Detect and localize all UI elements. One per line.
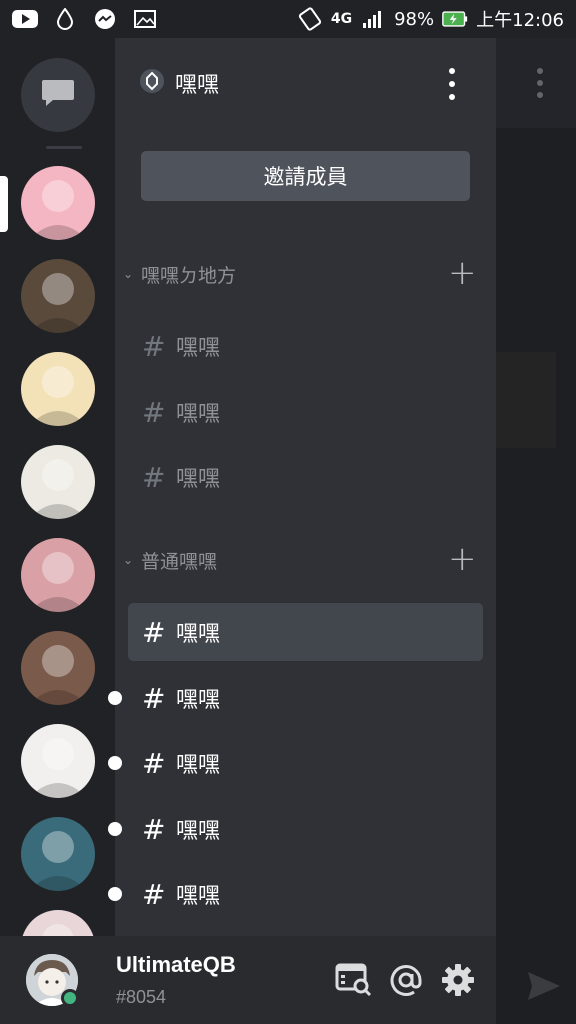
server-icon[interactable] <box>21 724 95 798</box>
username: UltimateQB <box>116 952 236 977</box>
channel-name: 嘿嘿 <box>176 467 221 492</box>
add-channel-icon[interactable]: + <box>448 256 477 292</box>
text-channel-icon: # <box>142 460 166 494</box>
channel-category[interactable]: ⌄ 嘿嘿ㄉ地方 + <box>115 254 496 294</box>
channel-item[interactable]: # 嘿嘿 <box>128 383 483 441</box>
droplet-icon <box>52 8 78 30</box>
server-icon[interactable] <box>21 352 95 426</box>
system-status: 4G 98% 上午12:06 <box>297 6 564 32</box>
text-channel-icon: # <box>142 615 166 649</box>
chat-embed-preview <box>496 352 556 448</box>
signal-icon <box>360 8 386 30</box>
channel-item[interactable]: # 嘿嘿 <box>128 603 483 661</box>
channel-item[interactable]: # 嘿嘿 <box>108 800 483 858</box>
text-channel-icon: # <box>142 681 166 715</box>
channel-name: 嘿嘿 <box>176 688 221 713</box>
unread-indicator <box>108 691 122 705</box>
guild-header[interactable]: 嘿嘿 <box>115 38 496 128</box>
channel-name: 嘿嘿 <box>176 819 221 844</box>
channel-category[interactable]: ⌄ 普通嘿嘿 + <box>115 540 496 580</box>
channel-name: 嘿嘿 <box>176 336 221 361</box>
server-icon[interactable] <box>21 259 95 333</box>
rail-separator <box>46 146 82 149</box>
unread-indicator <box>108 887 122 901</box>
online-status-indicator <box>61 989 79 1007</box>
user-discriminator: #8054 <box>116 987 167 1007</box>
text-channel-icon: # <box>142 395 166 429</box>
guild-boost-icon <box>139 68 165 98</box>
gallery-icon <box>132 8 158 30</box>
channel-item[interactable]: # 嘿嘿 <box>128 448 483 506</box>
chat-more-icon[interactable] <box>537 68 545 98</box>
selected-server-indicator <box>0 176 8 232</box>
add-channel-icon[interactable]: + <box>448 542 477 578</box>
chat-header-backdrop <box>496 38 576 128</box>
guild-menu-icon[interactable] <box>444 68 460 100</box>
notification-icons <box>12 8 158 30</box>
server-icon[interactable] <box>21 166 95 240</box>
chat-bubble-icon <box>41 78 75 112</box>
text-channel-icon: # <box>142 746 166 780</box>
invite-members-button[interactable]: 邀請成員 <box>141 151 470 201</box>
server-icon[interactable] <box>21 910 95 936</box>
battery-percent: 98% <box>394 8 435 30</box>
channel-name: 嘿嘿 <box>176 884 221 909</box>
unread-indicator <box>108 822 122 836</box>
settings-gear-icon[interactable] <box>438 960 478 1000</box>
channel-item[interactable]: # 嘿嘿 <box>108 734 483 792</box>
channel-name: 嘿嘿 <box>176 622 221 647</box>
text-channel-icon: # <box>142 877 166 911</box>
server-icon[interactable] <box>21 445 95 519</box>
channel-name: 嘿嘿 <box>176 402 221 427</box>
send-icon[interactable] <box>526 970 566 1006</box>
text-channel-icon: # <box>142 329 166 363</box>
unread-indicator <box>108 756 122 770</box>
channel-item[interactable]: # 嘿嘿 <box>108 865 483 923</box>
clock: 上午12:06 <box>476 10 564 31</box>
rotate-icon <box>297 7 323 31</box>
network-4g-icon: 4G <box>330 11 353 27</box>
server-icon[interactable] <box>21 817 95 891</box>
channel-item[interactable]: # 嘿嘿 <box>108 669 483 727</box>
channel-panel: 嘿嘿 邀請成員 ⌄ 嘿嘿ㄉ地方 + # 嘿嘿 # 嘿嘿 # 嘿嘿 ⌄ 普通嘿嘿 + # 嘿嘿 # 嘿嘿 # 嘿嘿 #… <box>108 38 496 936</box>
mentions-icon[interactable] <box>386 960 426 1000</box>
server-icon[interactable] <box>21 631 95 705</box>
server-icon[interactable] <box>21 538 95 612</box>
battery-icon <box>442 8 468 30</box>
search-messages-icon[interactable] <box>334 960 374 1000</box>
channel-item[interactable]: # 嘿嘿 <box>128 317 483 375</box>
chevron-down-icon: ⌄ <box>123 553 134 567</box>
messenger-icon <box>92 8 118 30</box>
user-panel: UltimateQB #8054 <box>0 936 496 1024</box>
server-rail <box>0 38 115 936</box>
category-name: 普通嘿嘿 <box>141 550 218 573</box>
youtube-icon <box>12 8 38 30</box>
direct-messages-button[interactable] <box>21 58 95 132</box>
chevron-down-icon: ⌄ <box>123 267 134 281</box>
guild-name: 嘿嘿 <box>175 73 220 98</box>
category-name: 嘿嘿ㄉ地方 <box>141 264 237 287</box>
chat-area-backdrop[interactable] <box>496 38 576 1024</box>
channel-name: 嘿嘿 <box>176 753 221 778</box>
text-channel-icon: # <box>142 812 166 846</box>
status-bar: 4G 98% 上午12:06 <box>0 0 576 38</box>
